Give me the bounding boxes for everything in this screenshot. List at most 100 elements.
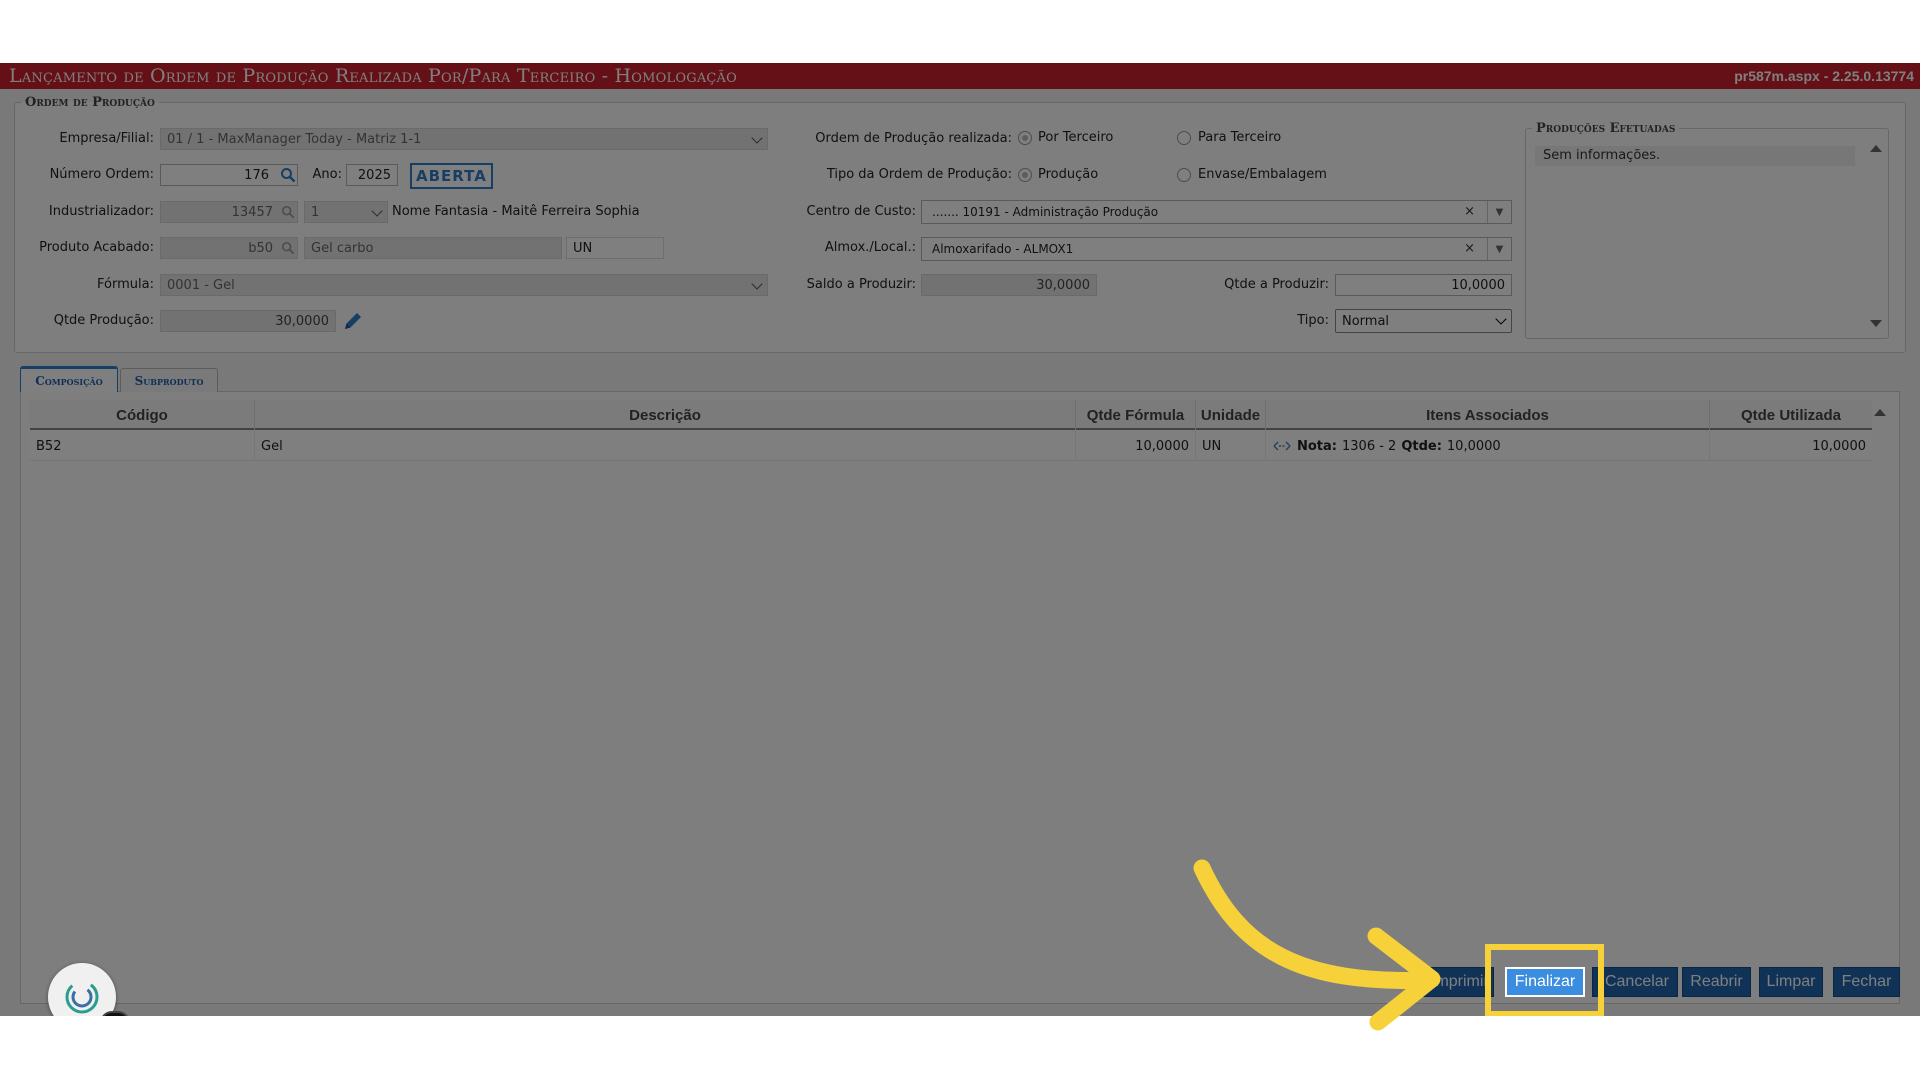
radio-envase-label: Envase/Embalagem: [1198, 167, 1327, 182]
nota-label: Nota:: [1297, 438, 1337, 454]
reabrir-button[interactable]: Reabrir: [1682, 967, 1751, 997]
numero-ordem-label: Número Ordem:: [49, 167, 154, 182]
produto-desc: Gel carbo: [311, 240, 374, 256]
qtde-produzir-label: Qtde a Produzir:: [1224, 277, 1329, 292]
fechar-button[interactable]: Fechar: [1833, 967, 1900, 997]
cell-itens-associados: Nota: 1306 - 2 Qtde: 10,0000: [1266, 431, 1710, 461]
cell-qtde-formula: 10,0000: [1076, 431, 1196, 461]
qtde-produzir-input[interactable]: 10,0000: [1335, 274, 1512, 296]
app-window: Lançamento de Ordem de Produção Realizad…: [0, 63, 1920, 1016]
ano-label: Ano:: [312, 167, 342, 182]
limpar-button-label: Limpar: [1766, 973, 1816, 990]
col-codigo[interactable]: Código: [30, 400, 255, 430]
industrializador-label: Industrializador:: [48, 204, 154, 219]
radio-para-terceiro-label: Para Terceiro: [1198, 130, 1282, 145]
chevron-down-icon: [371, 205, 383, 217]
col-qtde-utilizada[interactable]: Qtde Utilizada: [1710, 400, 1872, 430]
tipo-value: Normal: [1342, 313, 1390, 329]
imprimir-button[interactable]: Imprimir: [1422, 967, 1494, 997]
industrializador-seq: 1: [311, 204, 320, 220]
col-qtde-formula[interactable]: Qtde Fórmula: [1076, 400, 1196, 430]
empresa-value: 01 / 1 - MaxManager Today - Matriz 1-1: [167, 131, 422, 147]
cell-codigo: B52: [30, 431, 255, 461]
cancelar-button[interactable]: Cancelar: [1592, 967, 1678, 997]
centro-custo-combo[interactable]: ....... 10191 - Administração Produção ×…: [921, 200, 1512, 224]
screenshot-stage: Lançamento de Ordem de Produção Realizad…: [0, 0, 1920, 1080]
col-descricao[interactable]: Descrição: [255, 400, 1076, 430]
ano-input[interactable]: 2025: [346, 164, 398, 186]
pencil-icon[interactable]: [342, 310, 364, 332]
produto-unit: UN: [573, 240, 593, 256]
ordem-producao-legend: Ordem de Produção: [25, 95, 155, 110]
centro-custo-value: ....... 10191 - Administração Produção: [932, 205, 1159, 219]
scroll-down-icon[interactable]: [1870, 320, 1882, 327]
fechar-button-label: Fechar: [1841, 973, 1892, 990]
empresa-label: Empresa/Filial:: [59, 131, 154, 146]
qtde-produzir-value: 10,0000: [1451, 277, 1505, 293]
tab-subproduto[interactable]: Subproduto: [120, 368, 218, 392]
scroll-up-icon[interactable]: [1870, 145, 1882, 152]
assistant-count: 23: [100, 1011, 130, 1016]
saldo-label: Saldo a Produzir:: [806, 277, 916, 292]
cell-descricao: Gel: [255, 431, 1076, 461]
tab-subproduto-label: Subproduto: [134, 373, 204, 388]
industrializador-seq-select[interactable]: 1: [304, 201, 388, 223]
radio-para-terceiro[interactable]: [1177, 131, 1191, 145]
empresa-select[interactable]: 01 / 1 - MaxManager Today - Matriz 1-1: [160, 128, 768, 150]
cancelar-button-label: Cancelar: [1604, 973, 1669, 990]
radio-por-terceiro[interactable]: [1018, 131, 1032, 145]
formula-value: 0001 - Gel: [167, 277, 235, 293]
almox-combo[interactable]: Almoxarifado - ALMOX1 × ▼: [921, 237, 1512, 261]
formula-label: Fórmula:: [97, 277, 154, 292]
scroll-up-icon[interactable]: [1874, 409, 1886, 416]
status-badge: ABERTA: [410, 163, 493, 189]
industrializador-name: Nome Fantasia - Maitê Ferreira Sophia: [392, 204, 640, 219]
chevron-down-icon: [751, 278, 763, 290]
title-bar: Lançamento de Ordem de Produção Realizad…: [0, 63, 1920, 89]
qtde-producao-value: 30,0000: [275, 313, 329, 329]
reabrir-button-label: Reabrir: [1690, 973, 1743, 990]
col-unidade[interactable]: Unidade: [1196, 400, 1266, 430]
grid-header: Código Descrição Qtde Fórmula Unidade It…: [30, 400, 1872, 430]
close-icon[interactable]: ×: [1464, 204, 1475, 219]
tab-composicao[interactable]: Composição: [20, 366, 118, 392]
imprimir-button-label: Imprimir: [1431, 973, 1489, 990]
producoes-empty-row: Sem informações.: [1535, 146, 1855, 166]
search-icon[interactable]: [281, 205, 295, 219]
search-icon[interactable]: [281, 241, 295, 255]
saldo-value: 30,0000: [1036, 277, 1090, 293]
nota-value: 1306 - 2: [1342, 438, 1397, 454]
tipo-ordem-label: Tipo da Ordem de Produção:: [826, 167, 1012, 182]
produto-desc-input[interactable]: Gel carbo: [304, 237, 562, 259]
produto-unit-input[interactable]: UN: [566, 237, 664, 259]
link-icon[interactable]: [1272, 440, 1292, 452]
cell-unidade: UN: [1196, 431, 1266, 461]
table-row[interactable]: B52 Gel 10,0000 UN Nota: 1306 - 2 Qtde: …: [30, 431, 1872, 461]
produto-acabado-label: Produto Acabado:: [39, 240, 154, 255]
close-icon[interactable]: ×: [1464, 241, 1475, 256]
radio-envase[interactable]: [1177, 168, 1191, 182]
radio-producao[interactable]: [1018, 168, 1032, 182]
industrializador-code: 13457: [231, 204, 273, 220]
search-icon[interactable]: [280, 167, 296, 183]
almox-label: Almox./Local.:: [824, 240, 916, 255]
finalizar-button[interactable]: Finalizar: [1505, 967, 1585, 997]
chevron-down-icon: [1495, 313, 1507, 325]
numero-ordem-input[interactable]: 176: [160, 164, 298, 186]
tipo-select[interactable]: Normal: [1335, 309, 1512, 333]
produto-code: b50: [248, 240, 273, 256]
saldo-input: 30,0000: [921, 274, 1097, 296]
producoes-efetuadas-legend: Produções Efetuadas: [1536, 121, 1676, 136]
formula-select[interactable]: 0001 - Gel: [160, 274, 768, 296]
version-label: pr587m.aspx - 2.25.0.13774: [1734, 68, 1914, 84]
radio-por-terceiro-label: Por Terceiro: [1038, 130, 1114, 145]
limpar-button[interactable]: Limpar: [1759, 967, 1823, 997]
produto-code-input[interactable]: b50: [160, 237, 298, 259]
col-itens-associados[interactable]: Itens Associados: [1266, 400, 1710, 430]
finalizar-button-label: Finalizar: [1514, 973, 1576, 990]
qtde-producao-input: 30,0000: [160, 310, 336, 332]
industrializador-code-input[interactable]: 13457: [160, 201, 298, 223]
chevron-down-icon[interactable]: ▼: [1487, 238, 1511, 260]
chevron-down-icon[interactable]: ▼: [1487, 201, 1511, 223]
almox-value: Almoxarifado - ALMOX1: [932, 242, 1074, 256]
